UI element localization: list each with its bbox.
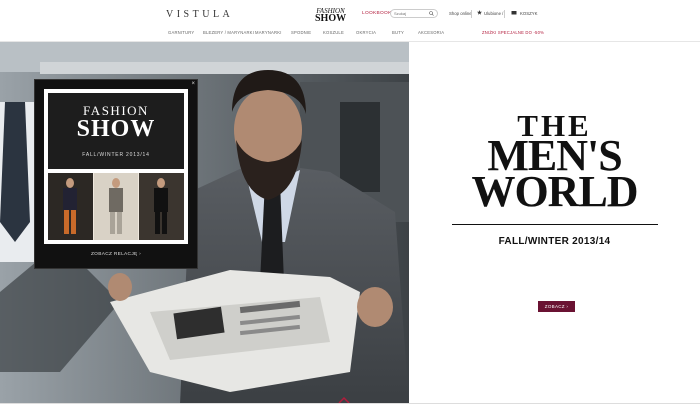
- vistula-logo[interactable]: VISTULA: [166, 9, 233, 20]
- campaign-panel: THE MEN'S WORLD FALL/WINTER 2013/14 ZOBA…: [409, 42, 700, 404]
- nav-item-okrycia[interactable]: OKRYCIA: [356, 30, 376, 35]
- fashion-show-banner[interactable]: FASHION SHOW FALL/WINTER 2013/14: [44, 89, 188, 244]
- runway-photos-illustration: [48, 173, 184, 240]
- fashion-show-title-block: FASHION SHOW FALL/WINTER 2013/14: [48, 93, 184, 169]
- shop-online-link[interactable]: Shop online: [449, 11, 472, 16]
- nav-item-garnitury[interactable]: GARNITURY: [168, 30, 194, 35]
- cart-link[interactable]: KOSZYK: [520, 11, 537, 16]
- popup-season: FALL/WINTER 2013/14: [82, 152, 150, 158]
- nav-item-blezery[interactable]: BLEZERY / MARYNARKI: [203, 30, 254, 35]
- nav-item-akcesoria[interactable]: AKCESORIA: [418, 30, 444, 35]
- nav-item-koszule[interactable]: KOSZULE: [323, 30, 344, 35]
- campaign-season: FALL/WINTER 2013/14: [498, 236, 611, 247]
- nav-item-sale[interactable]: ZNIŻKI SPECJALNE DO -50%: [482, 30, 544, 35]
- divider: [504, 10, 505, 18]
- lookbook-link[interactable]: LOOKBOOK: [362, 11, 392, 16]
- site-header: VISTULA FASHION SHOW LOOKBOOK Shop onlin…: [0, 0, 700, 42]
- see-collection-button[interactable]: ZOBACZ ›: [538, 301, 575, 312]
- see-report-link[interactable]: ZOBACZ RELACJĘ ›: [35, 252, 197, 257]
- nav-item-spodnie[interactable]: SPODNIE: [291, 30, 311, 35]
- divider: [471, 10, 472, 18]
- search-box: [390, 9, 438, 18]
- fashion-show-popup[interactable]: × FASHION SHOW FALL/WINTER 2013/14 ZOBAC…: [34, 79, 198, 269]
- main-navigation: GARNITURY BLEZERY / MARYNARKI MARYNARKI …: [160, 30, 544, 38]
- star-icon: [477, 10, 482, 15]
- wishlist-link[interactable]: Ulubione /: [484, 11, 503, 16]
- campaign-title-world: WORLD: [471, 167, 638, 216]
- nav-item-marynarki[interactable]: MARYNARKI: [255, 30, 282, 35]
- fashion-logo-bottom: SHOW: [315, 13, 347, 24]
- cart-icon: [511, 11, 517, 15]
- close-icon[interactable]: ×: [191, 81, 195, 87]
- search-input[interactable]: [394, 10, 430, 17]
- popup-title-bottom: SHOW: [76, 116, 156, 142]
- runway-photos: [48, 173, 184, 240]
- fashion-show-logo[interactable]: FASHION SHOW: [315, 7, 347, 24]
- campaign-divider: [452, 224, 658, 225]
- nav-item-buty[interactable]: BUTY: [392, 30, 404, 35]
- search-icon[interactable]: [429, 11, 434, 16]
